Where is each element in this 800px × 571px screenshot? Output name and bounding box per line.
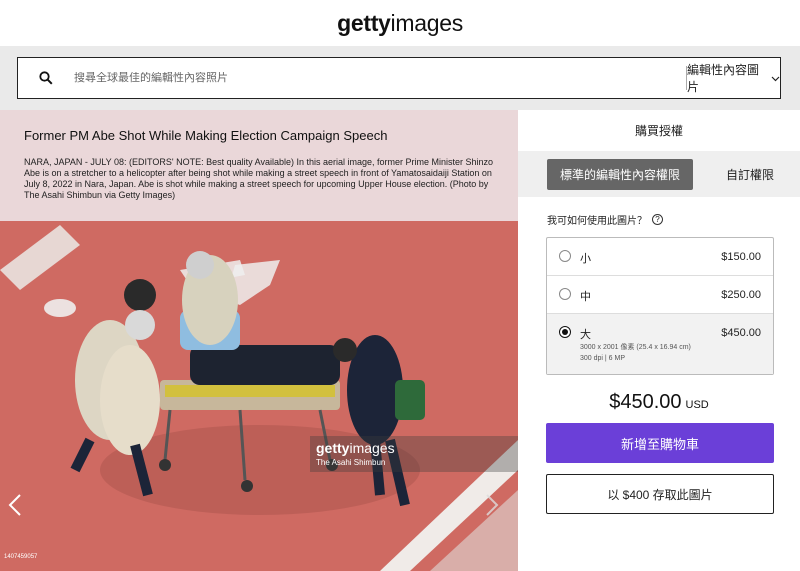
getty-watermark: gettyimages The Asahi Shimbun bbox=[310, 436, 518, 472]
caption-overlay: Former PM Abe Shot While Making Election… bbox=[0, 110, 518, 221]
logo-bold-text: getty bbox=[337, 9, 391, 36]
size-dimensions: 3000 x 2001 像素 (25.4 x 16.94 cm) bbox=[580, 344, 691, 351]
watermark-logo-light: images bbox=[349, 440, 395, 456]
size-price-small: $150.00 bbox=[721, 251, 761, 263]
image-id: 1407459057 bbox=[4, 554, 38, 560]
chevron-down-icon bbox=[771, 71, 780, 85]
watermark-logo: gettyimages bbox=[316, 440, 395, 456]
size-resolution: 300 dpi | 6 MP bbox=[580, 355, 626, 362]
total-price: $450.00 USD bbox=[518, 391, 800, 414]
radio-small[interactable] bbox=[559, 250, 571, 262]
question-mark-icon[interactable]: ? bbox=[652, 214, 663, 225]
image-title: Former PM Abe Shot While Making Election… bbox=[24, 128, 388, 143]
size-price-large: $450.00 bbox=[721, 327, 761, 339]
logo-light-text: images bbox=[390, 9, 464, 36]
top-header: gettyimages bbox=[0, 0, 800, 46]
size-option-large[interactable]: 大 $450.00 3000 x 2001 像素 (25.4 x 16.94 c… bbox=[547, 314, 773, 374]
content-type-label: 編輯性內容圖片 bbox=[687, 63, 760, 94]
total-price-value: $450.00 bbox=[609, 391, 682, 413]
content-type-dropdown[interactable]: 編輯性內容圖片 bbox=[687, 58, 780, 98]
radio-medium[interactable] bbox=[559, 288, 571, 300]
size-label-small: 小 bbox=[580, 253, 591, 265]
tab-standard-editorial[interactable]: 標準的編輯性內容權限 bbox=[547, 158, 694, 190]
save-offer-button[interactable]: 以 $400 存取此圖片 bbox=[546, 474, 774, 514]
size-options: 小 $150.00 中 $250.00 大 $450.00 3000 x 200… bbox=[546, 237, 774, 375]
currency-label: USD bbox=[685, 399, 709, 411]
image-caption: NARA, JAPAN - JULY 08: (EDITORS' NOTE: B… bbox=[24, 157, 494, 200]
search-bar: 編輯性內容圖片 bbox=[17, 57, 781, 99]
purchase-panel: 購買授權 標準的編輯性內容權限 自訂權限 我可如何使用此圖片？ ? 小 $150… bbox=[518, 110, 800, 571]
size-option-small[interactable]: 小 $150.00 bbox=[547, 238, 773, 276]
search-band: 編輯性內容圖片 bbox=[0, 46, 800, 110]
getty-images-logo[interactable]: gettyimages bbox=[337, 10, 463, 37]
add-to-cart-button[interactable]: 新增至購物車 bbox=[546, 423, 774, 463]
watermark-credit: The Asahi Shimbun bbox=[316, 458, 386, 467]
size-price-medium: $250.00 bbox=[721, 289, 761, 301]
tab-custom-license[interactable]: 自訂權限 bbox=[726, 166, 774, 183]
chevron-left-icon[interactable] bbox=[8, 493, 22, 523]
editorial-photo[interactable]: Former PM Abe Shot While Making Election… bbox=[0, 110, 518, 571]
watermark-logo-bold: getty bbox=[316, 440, 350, 456]
search-icon[interactable] bbox=[18, 71, 74, 85]
size-label-large: 大 bbox=[580, 329, 591, 341]
chevron-right-icon[interactable] bbox=[485, 493, 499, 523]
search-input[interactable] bbox=[74, 72, 686, 84]
panel-title: 購買授權 bbox=[634, 124, 683, 138]
size-details-large: 3000 x 2001 像素 (25.4 x 16.94 cm) 300 dpi… bbox=[580, 342, 691, 364]
radio-large[interactable] bbox=[559, 326, 571, 338]
usage-question-text: 我可如何使用此圖片？ bbox=[547, 216, 647, 227]
size-label-medium: 中 bbox=[580, 291, 591, 303]
usage-question[interactable]: 我可如何使用此圖片？ ? bbox=[547, 212, 663, 227]
size-option-medium[interactable]: 中 $250.00 bbox=[547, 276, 773, 314]
license-tabs: 標準的編輯性內容權限 自訂權限 bbox=[518, 151, 800, 197]
